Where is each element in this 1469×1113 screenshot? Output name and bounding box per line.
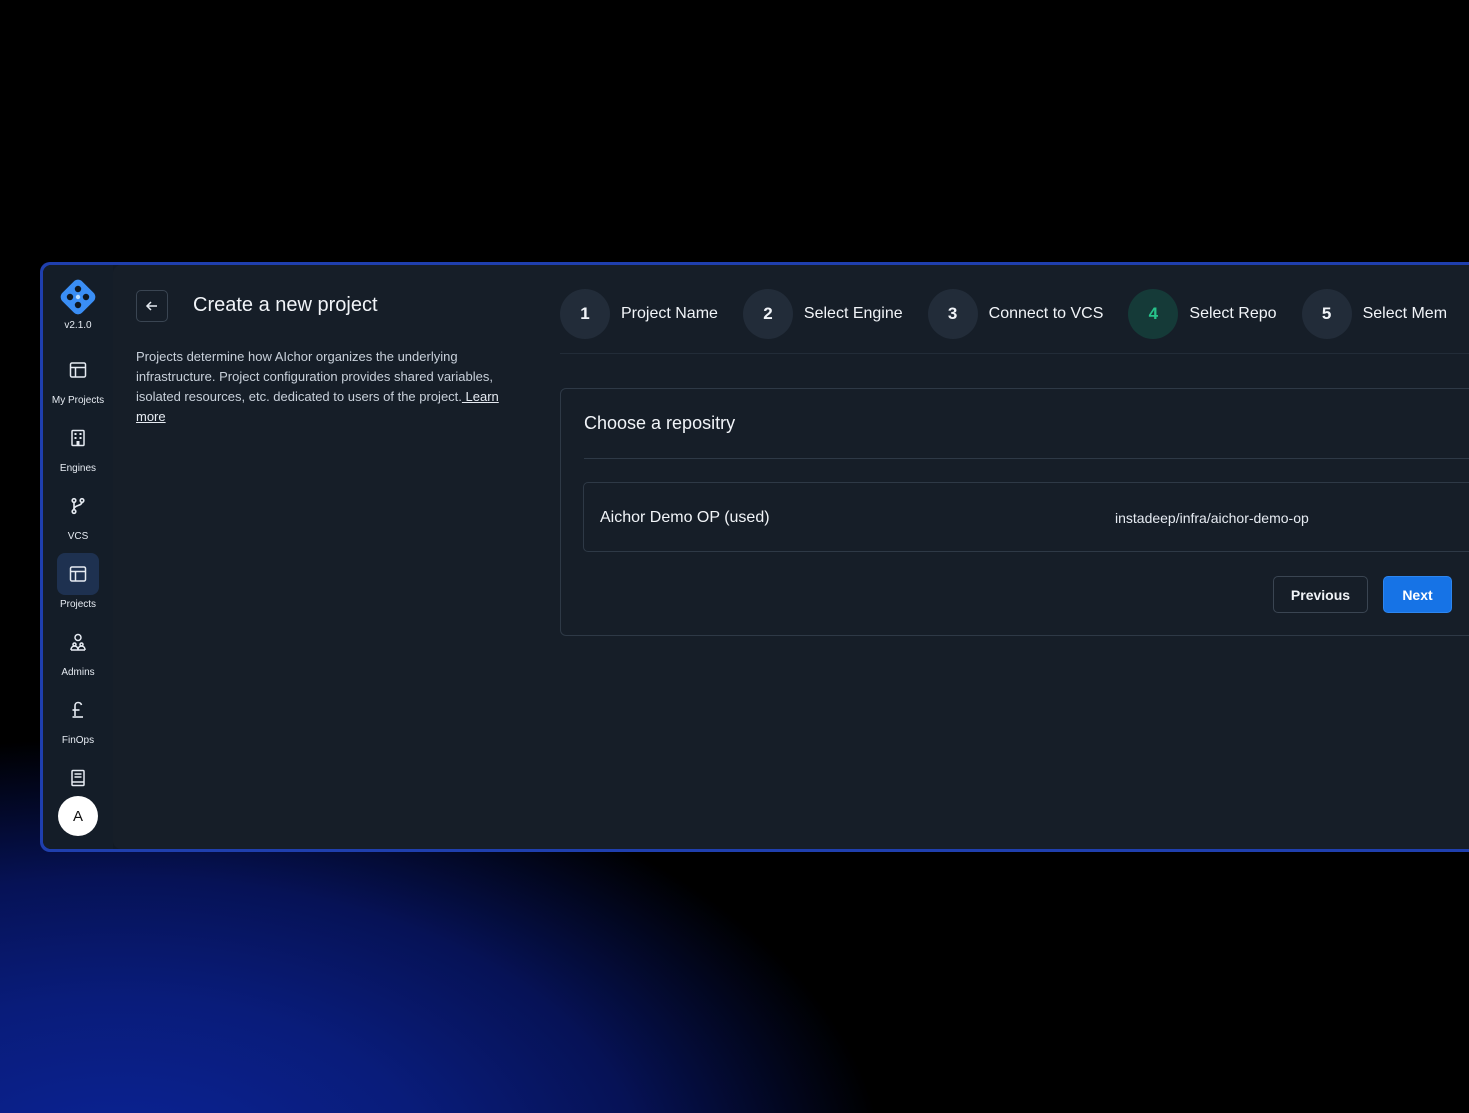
step-number: 1: [560, 289, 610, 339]
step-connect-vcs[interactable]: 3 Connect to VCS: [927, 289, 1104, 339]
next-button[interactable]: Next: [1383, 576, 1452, 613]
repository-path: instadeep/infra/aichor-demo-op: [1115, 510, 1309, 526]
git-branch-icon: [57, 485, 99, 527]
avatar[interactable]: A: [58, 796, 98, 836]
app-inner: v2.1.0 My Projects Engines VCS Projects …: [43, 265, 1469, 849]
sidebar-item-label: VCS: [67, 531, 89, 542]
sidebar-item-label: Admins: [61, 667, 95, 678]
layout-icon: [57, 349, 99, 391]
sidebar-item-label: FinOps: [61, 735, 95, 746]
logo-icon[interactable]: [60, 279, 96, 315]
step-project-name[interactable]: 1 Project Name: [560, 289, 718, 339]
layout-icon: [57, 553, 99, 595]
sidebar-item-my-projects[interactable]: My Projects: [43, 349, 113, 406]
sidebar-item-projects[interactable]: Projects: [43, 553, 113, 610]
building-icon: [57, 417, 99, 459]
card-title: Choose a repositry: [584, 413, 736, 433]
step-number: 4: [1128, 289, 1179, 339]
sidebar: v2.1.0 My Projects Engines VCS Projects …: [43, 265, 113, 849]
divider: [584, 458, 1469, 459]
step-select-members[interactable]: 5 Select Mem: [1301, 289, 1448, 339]
repository-name: Aichor Demo OP (used): [600, 509, 770, 526]
step-number: 2: [742, 289, 793, 339]
sidebar-item-finops[interactable]: FinOps: [43, 689, 113, 746]
divider: [560, 353, 1469, 354]
step-label: Connect to VCS: [988, 305, 1104, 322]
sidebar-item-label: Engines: [59, 463, 97, 474]
step-select-engine[interactable]: 2 Select Engine: [742, 289, 903, 339]
description-text: Projects determine how AIchor organizes …: [136, 349, 493, 404]
main-panel: Create a new project Projects determine …: [113, 265, 1469, 849]
sidebar-item-engines[interactable]: Engines: [43, 417, 113, 474]
admins-icon: [57, 621, 99, 663]
sidebar-item-label: My Projects: [51, 395, 105, 406]
repository-card: Choose a repositry Aichor Demo OP (used)…: [560, 388, 1469, 636]
app-window: v2.1.0 My Projects Engines VCS Projects …: [40, 262, 1469, 852]
step-label: Select Mem: [1362, 305, 1448, 322]
step-number: 3: [927, 289, 978, 339]
previous-button[interactable]: Previous: [1273, 576, 1368, 613]
step-label: Select Engine: [803, 305, 903, 322]
sidebar-item-vcs[interactable]: VCS: [43, 485, 113, 542]
book-icon: [57, 757, 99, 799]
repository-option[interactable]: Aichor Demo OP (used) instadeep/infra/ai…: [583, 482, 1469, 552]
sidebar-item-admins[interactable]: Admins: [43, 621, 113, 678]
back-button[interactable]: [136, 290, 168, 322]
page-description: Projects determine how AIchor organizes …: [136, 347, 531, 427]
version-label: v2.1.0: [64, 320, 92, 331]
step-label: Project Name: [621, 305, 718, 322]
step-number: 5: [1301, 289, 1352, 339]
pound-icon: [57, 689, 99, 731]
stepper: 1 Project Name 2 Select Engine 3 Connect…: [560, 289, 1469, 339]
step-select-repo[interactable]: 4 Select Repo: [1128, 289, 1277, 339]
sidebar-item-label: Projects: [59, 599, 97, 610]
step-label: Select Repo: [1189, 305, 1277, 322]
arrow-left-icon: [145, 301, 157, 311]
sidebar-item-docs[interactable]: [43, 757, 113, 799]
page-title: Create a new project: [193, 294, 378, 316]
